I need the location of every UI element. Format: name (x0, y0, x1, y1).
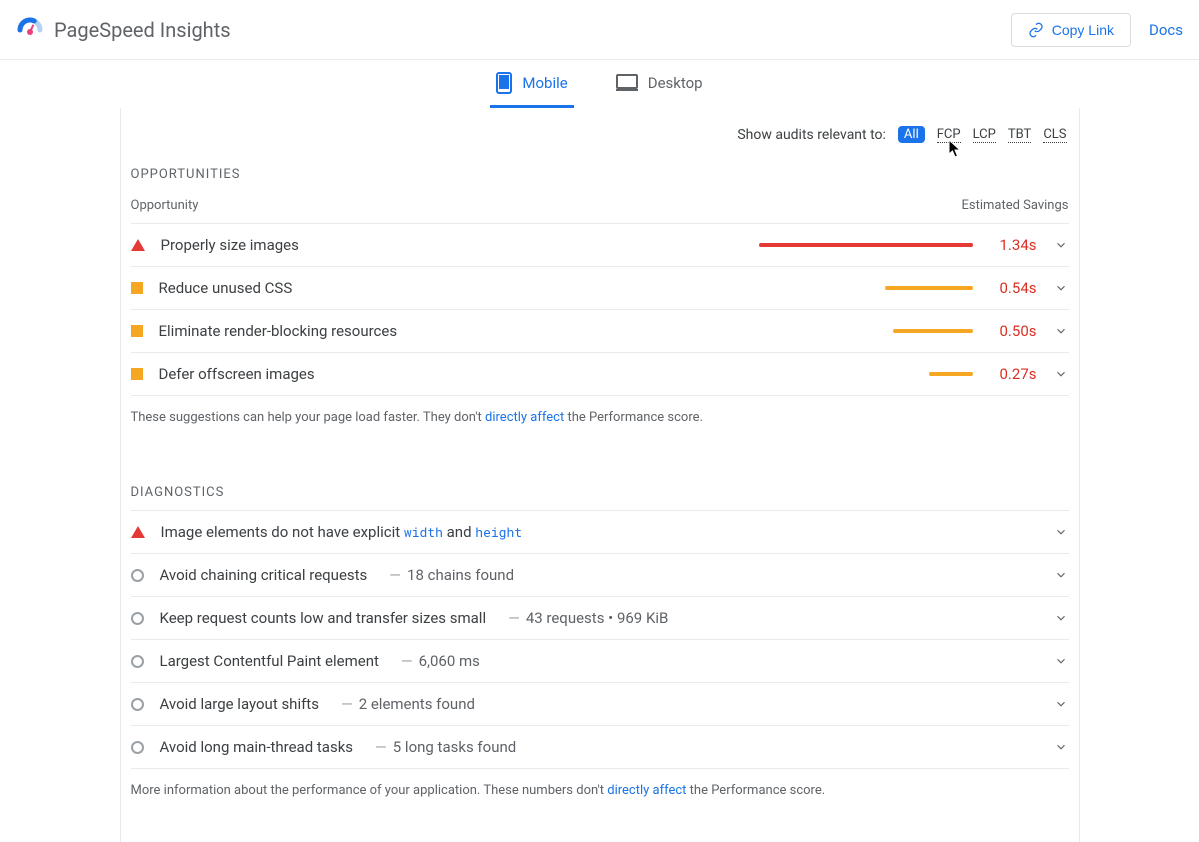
square-average-icon (131, 325, 143, 337)
audit-filter-row: Show audits relevant to: All FCP LCP TBT… (131, 108, 1069, 147)
savings-bar (885, 286, 973, 290)
chevron-down-icon (1053, 525, 1069, 539)
chevron-down-icon (1053, 324, 1069, 338)
copy-link-label: Copy Link (1052, 22, 1114, 38)
savings-value: 1.34s (989, 236, 1037, 254)
chevron-down-icon (1053, 740, 1069, 754)
filter-chip-cls[interactable]: CLS (1043, 127, 1066, 143)
circle-info-icon (131, 612, 144, 625)
chevron-down-icon (1053, 281, 1069, 295)
tab-mobile[interactable]: Mobile (490, 60, 573, 108)
opportunity-row[interactable]: Properly size images 1.34s (131, 223, 1069, 266)
text: and (443, 523, 475, 541)
diagnostic-info: —18 chains found (383, 566, 514, 584)
filter-chip-tbt[interactable]: TBT (1008, 127, 1031, 143)
directly-affect-link[interactable]: directly affect (485, 410, 564, 425)
diagnostic-label: Largest Contentful Paint element (160, 652, 379, 670)
diagnostic-info: —43 requests • 969 KiB (502, 609, 668, 627)
square-average-icon (131, 282, 143, 294)
square-average-icon (131, 368, 143, 380)
section-heading-opportunities: OPPORTUNITIES (131, 167, 1069, 182)
pagespeed-logo-icon (16, 16, 44, 44)
diagnostics-note: More information about the performance o… (131, 769, 1069, 802)
note-text: These suggestions can help your page loa… (131, 410, 486, 425)
filter-chip-all[interactable]: All (898, 126, 925, 143)
diagnostic-label: Avoid long main-thread tasks (160, 738, 354, 756)
copy-link-button[interactable]: Copy Link (1011, 13, 1131, 47)
opportunity-label: Defer offscreen images (159, 365, 315, 383)
opportunity-row[interactable]: Eliminate render-blocking resources 0.50… (131, 309, 1069, 352)
chevron-down-icon (1053, 367, 1069, 381)
diagnostic-info: —6,060 ms (395, 652, 480, 670)
code-height: height (475, 523, 522, 541)
diagnostic-row[interactable]: Largest Contentful Paint element —6,060 … (131, 639, 1069, 682)
chevron-down-icon (1053, 697, 1069, 711)
savings-value: 0.54s (989, 279, 1037, 297)
desktop-icon (616, 74, 638, 92)
diagnostic-info: —5 long tasks found (369, 738, 516, 756)
savings-bar (893, 329, 973, 333)
circle-info-icon (131, 569, 144, 582)
text: Image elements do not have explicit (161, 523, 404, 541)
note-text: More information about the performance o… (131, 783, 608, 798)
circle-info-icon (131, 698, 144, 711)
opportunities-note: These suggestions can help your page loa… (131, 396, 1069, 429)
diagnostic-row[interactable]: Image elements do not have explicit widt… (131, 510, 1069, 553)
code-width: width (404, 523, 443, 541)
savings-bar (759, 243, 973, 247)
col-opportunity: Opportunity (131, 198, 199, 213)
diagnostic-info: —2 elements found (335, 695, 475, 713)
opportunity-label: Reduce unused CSS (159, 279, 293, 297)
chevron-down-icon (1053, 568, 1069, 582)
savings-value: 0.27s (989, 365, 1037, 383)
diagnostic-label: Avoid large layout shifts (160, 695, 319, 713)
chevron-down-icon (1053, 611, 1069, 625)
diagnostic-row[interactable]: Keep request counts low and transfer siz… (131, 596, 1069, 639)
col-est-savings: Estimated Savings (961, 198, 1068, 213)
diagnostic-row[interactable]: Avoid long main-thread tasks —5 long tas… (131, 725, 1069, 769)
tab-mobile-label: Mobile (522, 74, 567, 92)
brand-name: PageSpeed Insights (54, 18, 231, 42)
chevron-down-icon (1053, 238, 1069, 252)
opportunity-row[interactable]: Reduce unused CSS 0.54s (131, 266, 1069, 309)
circle-info-icon (131, 655, 144, 668)
directly-affect-link[interactable]: directly affect (607, 783, 686, 798)
triangle-fail-icon (131, 239, 145, 251)
report-panel: Show audits relevant to: All FCP LCP TBT… (120, 108, 1080, 842)
tab-desktop-label: Desktop (648, 74, 703, 92)
circle-info-icon (131, 741, 144, 754)
filter-label: Show audits relevant to: (737, 127, 886, 143)
diagnostic-label: Avoid chaining critical requests (160, 566, 368, 584)
header-actions: Copy Link Docs (1011, 13, 1183, 47)
section-heading-diagnostics: DIAGNOSTICS (131, 485, 1069, 500)
triangle-fail-icon (131, 526, 145, 538)
header-bar: PageSpeed Insights Copy Link Docs (0, 0, 1199, 60)
docs-link[interactable]: Docs (1149, 21, 1183, 39)
filter-chip-fcp[interactable]: FCP (937, 127, 961, 143)
link-icon (1028, 22, 1044, 38)
note-text: the Performance score. (686, 783, 825, 798)
diagnostic-label: Keep request counts low and transfer siz… (160, 609, 487, 627)
diagnostic-row[interactable]: Avoid large layout shifts —2 elements fo… (131, 682, 1069, 725)
opportunity-label: Eliminate render-blocking resources (159, 322, 398, 340)
opportunity-columns: Opportunity Estimated Savings (131, 192, 1069, 223)
tab-desktop[interactable]: Desktop (610, 60, 709, 108)
mobile-icon (496, 72, 512, 94)
filter-chip-lcp[interactable]: LCP (973, 127, 996, 143)
savings-bar (929, 372, 973, 376)
note-text: the Performance score. (564, 410, 703, 425)
diagnostic-row[interactable]: Avoid chaining critical requests —18 cha… (131, 553, 1069, 596)
brand: PageSpeed Insights (16, 16, 231, 44)
opportunity-label: Properly size images (161, 236, 299, 254)
chevron-down-icon (1053, 654, 1069, 668)
opportunity-row[interactable]: Defer offscreen images 0.27s (131, 352, 1069, 396)
savings-value: 0.50s (989, 322, 1037, 340)
diagnostic-label: Image elements do not have explicit widt… (161, 523, 523, 541)
device-tabs: Mobile Desktop (0, 60, 1199, 108)
